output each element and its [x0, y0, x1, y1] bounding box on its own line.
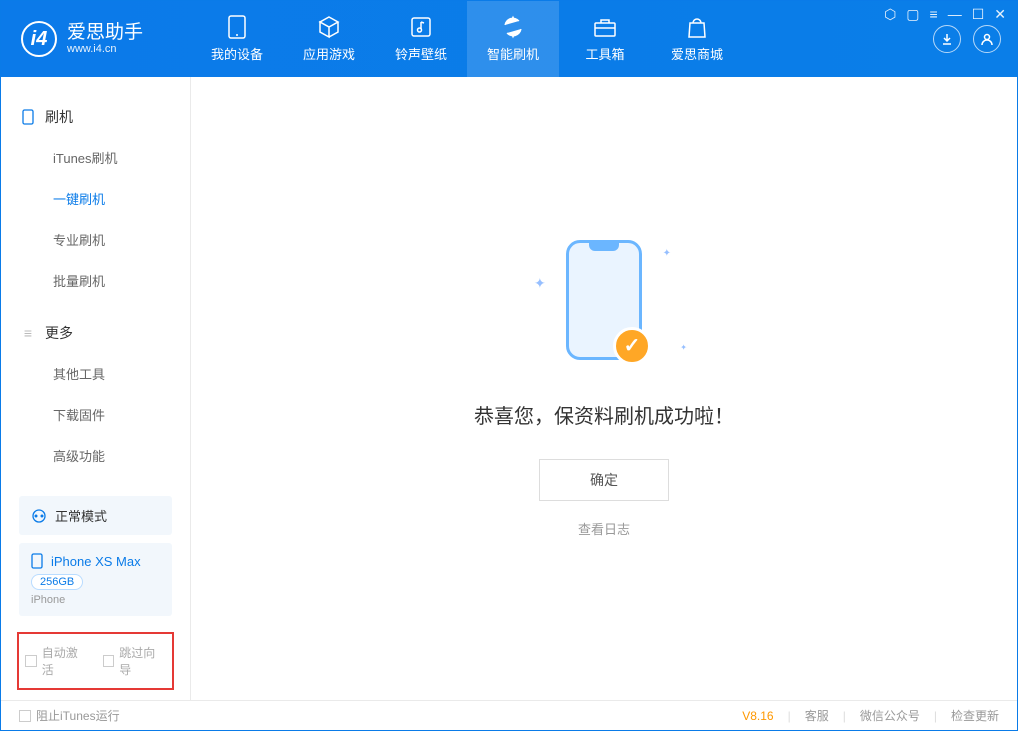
nav-apps-games[interactable]: 应用游戏 [283, 1, 375, 77]
device-box[interactable]: iPhone XS Max 256GB iPhone [19, 543, 172, 616]
sidebar-download-firmware[interactable]: 下载固件 [1, 394, 190, 435]
header: i4 爱思助手 www.i4.cn 我的设备 应用游戏 铃声壁纸 智能刷机 工具… [1, 1, 1017, 77]
app-name: 爱思助手 [67, 23, 143, 44]
window-controls: ⬡ ▢ ≡ — ☐ ✕ [884, 6, 1006, 23]
sidebar-other-tools[interactable]: 其他工具 [1, 353, 190, 394]
sidebar-section-more: ≡ 更多 [1, 313, 190, 353]
list-icon: ≡ [21, 326, 35, 340]
user-button[interactable] [973, 25, 1001, 53]
success-illustration: ✦ ✦ ✦ ✓ [549, 240, 659, 370]
mode-label: 正常模式 [55, 506, 107, 525]
support-link[interactable]: 客服 [805, 707, 829, 724]
nav-label: 铃声壁纸 [395, 44, 447, 63]
checkbox-skip-wizard[interactable]: 跳过向导 [103, 644, 167, 678]
checkbox-label: 跳过向导 [119, 644, 166, 678]
checkbox-label: 阻止iTunes运行 [36, 707, 120, 724]
nav-label: 爱思商城 [671, 44, 723, 63]
wechat-link[interactable]: 微信公众号 [860, 707, 920, 724]
nav-ringtones[interactable]: 铃声壁纸 [375, 1, 467, 77]
top-nav: 我的设备 应用游戏 铃声壁纸 智能刷机 工具箱 爱思商城 [191, 1, 743, 77]
mode-box[interactable]: 正常模式 [19, 496, 172, 535]
view-log-link[interactable]: 查看日志 [578, 519, 630, 538]
cube-icon [317, 15, 341, 39]
mode-icon [31, 508, 47, 524]
logo-icon: i4 [21, 21, 57, 57]
sidebar-batch-flash[interactable]: 批量刷机 [1, 260, 190, 301]
nav-my-device[interactable]: 我的设备 [191, 1, 283, 77]
device-type: iPhone [31, 594, 160, 606]
highlighted-options: 自动激活 跳过向导 [17, 632, 174, 690]
phone-icon: ✓ [566, 240, 642, 360]
menu-icon[interactable]: ≡ [930, 6, 938, 23]
download-button[interactable] [933, 25, 961, 53]
feedback-icon[interactable]: ▢ [906, 6, 919, 23]
section-title: 更多 [45, 323, 73, 343]
nav-label: 我的设备 [211, 44, 263, 63]
sidebar: 刷机 iTunes刷机 一键刷机 专业刷机 批量刷机 ≡ 更多 其他工具 下载固… [1, 77, 191, 700]
refresh-icon [501, 15, 525, 39]
device-capacity: 256GB [31, 574, 83, 590]
check-badge-icon: ✓ [613, 327, 651, 365]
success-message: 恭喜您，保资料刷机成功啦！ [474, 400, 734, 429]
nav-label: 工具箱 [585, 44, 624, 63]
version-label: V8.16 [742, 709, 773, 723]
nav-smart-flash[interactable]: 智能刷机 [467, 1, 559, 77]
app-url: www.i4.cn [67, 43, 143, 55]
checkbox-block-itunes[interactable]: 阻止iTunes运行 [19, 707, 120, 724]
ok-button[interactable]: 确定 [539, 459, 669, 501]
bag-icon [685, 15, 709, 39]
footer: 阻止iTunes运行 V8.16 | 客服 | 微信公众号 | 检查更新 [1, 700, 1017, 730]
minimize-icon[interactable]: — [948, 6, 962, 23]
device-icon [31, 553, 43, 569]
checkbox-auto-activate[interactable]: 自动激活 [25, 644, 89, 678]
sidebar-advanced[interactable]: 高级功能 [1, 435, 190, 476]
nav-label: 智能刷机 [487, 44, 539, 63]
skin-icon[interactable]: ⬡ [884, 6, 896, 23]
checkbox-label: 自动激活 [42, 644, 89, 678]
device-name: iPhone XS Max [51, 554, 141, 569]
sidebar-pro-flash[interactable]: 专业刷机 [1, 219, 190, 260]
nav-toolbox[interactable]: 工具箱 [559, 1, 651, 77]
section-title: 刷机 [45, 107, 73, 127]
maximize-icon[interactable]: ☐ [972, 6, 985, 23]
toolbox-icon [593, 15, 617, 39]
phone-icon [21, 110, 35, 124]
sidebar-section-flash: 刷机 [1, 97, 190, 137]
sidebar-one-click-flash[interactable]: 一键刷机 [1, 178, 190, 219]
music-icon [409, 15, 433, 39]
nav-label: 应用游戏 [303, 44, 355, 63]
header-right [933, 25, 1017, 53]
device-icon [225, 15, 249, 39]
nav-store[interactable]: 爱思商城 [651, 1, 743, 77]
check-update-link[interactable]: 检查更新 [951, 707, 999, 724]
main-content: ✦ ✦ ✦ ✓ 恭喜您，保资料刷机成功啦！ 确定 查看日志 [191, 77, 1017, 700]
logo-area: i4 爱思助手 www.i4.cn [1, 21, 191, 57]
sidebar-itunes-flash[interactable]: iTunes刷机 [1, 137, 190, 178]
close-icon[interactable]: ✕ [994, 6, 1006, 23]
